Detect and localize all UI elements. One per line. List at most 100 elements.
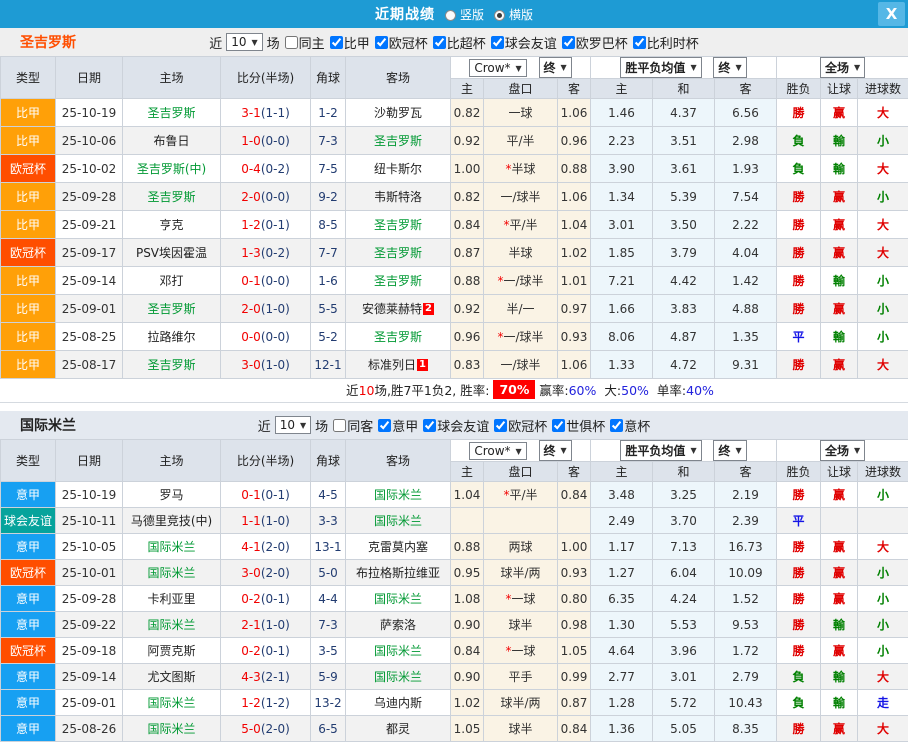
fulltime-score: 0-4	[241, 161, 261, 176]
layout-radio-vertical[interactable]	[444, 9, 456, 21]
score-cell: 0-2(0-1)	[220, 637, 311, 664]
league-checkbox-欧冠杯[interactable]	[374, 35, 388, 49]
handicap-cell: 球半	[483, 611, 558, 638]
halftime-score: (1-0)	[260, 357, 290, 372]
wdl-average-select[interactable]: 胜平负均值 ▼	[620, 57, 702, 78]
recent-count-value: 10	[231, 35, 247, 49]
away-team-cell: 沙勒罗瓦	[345, 98, 451, 127]
score-cell: 0-1(0-1)	[220, 481, 311, 508]
league-checkbox-比利时杯[interactable]	[632, 35, 646, 49]
handicap-away-odds-cell: 1.01	[557, 266, 591, 295]
fulltime-score: 1-1	[241, 513, 261, 528]
avg-draw-odds-cell: 5.72	[652, 689, 715, 716]
handicap-home-odds-cell: 0.92	[450, 294, 484, 323]
type-badge-cell: 比甲	[0, 126, 56, 155]
handicap-cell: 半球	[483, 238, 558, 267]
close-button[interactable]: X	[878, 2, 905, 26]
final-odds-select-1[interactable]: 终 ▼	[538, 57, 572, 78]
type-badge-cell: 球会友谊	[0, 507, 56, 534]
avg-away-odds-cell: 2.79	[713, 663, 778, 690]
league-label: 球会友谊	[504, 36, 557, 52]
filter-controls: 近 10 ▼ 场 同主 比甲 欧冠杯 比超杯 球会友谊 欧罗巴杯 比利时杯	[209, 33, 699, 52]
goals-result-cell: 大	[857, 210, 908, 239]
away-team-cell: 国际米兰	[345, 585, 451, 612]
league-checkbox-世俱杯[interactable]	[552, 418, 566, 432]
home-team-cell: 圣吉罗斯	[122, 98, 221, 127]
type-badge-cell: 欧冠杯	[0, 154, 56, 183]
same-venue-checkbox[interactable]	[333, 418, 347, 432]
away-team-cell: 圣吉罗斯	[345, 126, 451, 155]
score-cell: 2-1(1-0)	[220, 611, 311, 638]
league-checkbox-比超杯[interactable]	[432, 35, 446, 49]
sub-header-avg-away: 客	[713, 78, 778, 99]
wdl-result-cell: 勝	[776, 294, 822, 323]
footer-stat-value: 60%	[568, 383, 597, 398]
table-row: 欧冠杯 25-10-02 圣吉罗斯(中) 0-4(0-2) 7-5 纽卡斯尔 1.00 *半球…	[0, 154, 908, 183]
layout-radio-horizontal[interactable]	[494, 9, 505, 21]
recent-count-select[interactable]: 10 ▼	[274, 416, 312, 434]
date-cell: 25-10-19	[55, 98, 123, 127]
league-checkbox-欧冠杯[interactable]	[494, 418, 508, 432]
league-checkbox-比甲[interactable]	[329, 35, 343, 49]
bookmaker-select[interactable]: Crow* ▼	[469, 59, 527, 77]
goals-result-cell: 小	[857, 294, 908, 323]
final-odds-select-1[interactable]: 终 ▼	[538, 440, 572, 461]
handicap-result-cell: 赢	[820, 98, 859, 127]
handicap-home-odds-cell: 0.84	[450, 637, 484, 664]
league-checkbox-意甲[interactable]	[378, 418, 392, 432]
date-cell: 25-09-28	[55, 182, 123, 211]
away-team-cell: 都灵	[345, 715, 451, 742]
corners-cell: 1-2	[310, 98, 346, 127]
date-cell: 25-09-01	[55, 294, 123, 323]
league-checkbox-球会友谊[interactable]	[490, 35, 504, 49]
date-cell: 25-09-22	[55, 611, 123, 638]
fulltime-score: 2-0	[241, 189, 261, 204]
halftime-score: (2-0)	[260, 539, 290, 554]
handicap-away-odds-cell: 1.00	[557, 533, 591, 560]
date-cell: 25-08-26	[55, 715, 123, 742]
col-header-corners: 角球	[310, 439, 346, 482]
halftime-score: (0-1)	[260, 643, 290, 658]
recent-count-select[interactable]: 10 ▼	[226, 33, 263, 51]
handicap-home-odds-cell: 0.88	[450, 533, 484, 560]
league-checkbox-欧罗巴杯[interactable]	[561, 35, 575, 49]
handicap-result-cell: 輸	[820, 663, 859, 690]
avg-away-odds-cell: 9.31	[713, 350, 778, 379]
table-row: 比甲 25-08-25 拉路维尔 0-0(0-0) 5-2 圣吉罗斯 0.96 *一/球半 0.…	[0, 322, 908, 351]
sub-header-odds-away: 客	[557, 461, 591, 482]
avg-away-odds-cell: 10.09	[713, 559, 778, 586]
score-cell: 3-1(1-1)	[220, 98, 311, 127]
fulltime-select[interactable]: 全场 ▼	[819, 57, 866, 78]
final-odds-select-2[interactable]: 终 ▼	[713, 440, 747, 461]
avg-draw-odds-cell: 4.37	[652, 98, 715, 127]
final-odds-select-2[interactable]: 终 ▼	[713, 57, 747, 78]
footer-near-label: 近	[346, 383, 359, 398]
col-header-score: 比分(半场)	[220, 439, 311, 482]
date-cell: 25-09-01	[55, 689, 123, 716]
corners-cell: 12-1	[310, 350, 346, 379]
same-venue-checkbox[interactable]	[284, 35, 298, 49]
col-header-corners: 角球	[310, 56, 346, 99]
fulltime-select[interactable]: 全场 ▼	[819, 440, 866, 461]
avg-home-odds-cell: 3.48	[590, 481, 653, 508]
table-row: 意甲 25-09-14 尤文图斯 4-3(2-1) 5-9 国际米兰 0.90 平手 0.99 2…	[0, 663, 908, 690]
filter-near-label: 近	[257, 419, 271, 435]
halftime-score: (1-0)	[260, 513, 290, 528]
type-badge-cell: 意甲	[0, 663, 56, 690]
league-checkbox-球会友谊[interactable]	[423, 418, 437, 432]
league-label: 世俱杯	[566, 419, 606, 435]
handicap-cell: 球半	[483, 715, 558, 742]
bookmaker-select[interactable]: Crow* ▼	[469, 442, 527, 460]
score-cell: 2-0(0-0)	[220, 182, 311, 211]
away-team-cell: 国际米兰	[345, 507, 451, 534]
avg-home-odds-cell: 7.21	[590, 266, 653, 295]
sub-header-handicap: 盘口	[483, 78, 558, 99]
date-cell: 25-09-28	[55, 585, 123, 612]
avg-away-odds-cell: 7.54	[713, 182, 778, 211]
handicap-cell: *平/半	[483, 210, 558, 239]
filter-bar-section-1: 圣吉罗斯 近 10 ▼ 场 同主 比甲 欧冠杯 比超杯 球会友谊 欧罗巴杯 比利时杯	[0, 28, 908, 56]
handicap-cell: *平/半	[483, 481, 558, 508]
wdl-average-select[interactable]: 胜平负均值 ▼	[620, 440, 702, 461]
league-checkbox-意杯[interactable]	[610, 418, 624, 432]
avg-away-odds-cell: 16.73	[713, 533, 778, 560]
